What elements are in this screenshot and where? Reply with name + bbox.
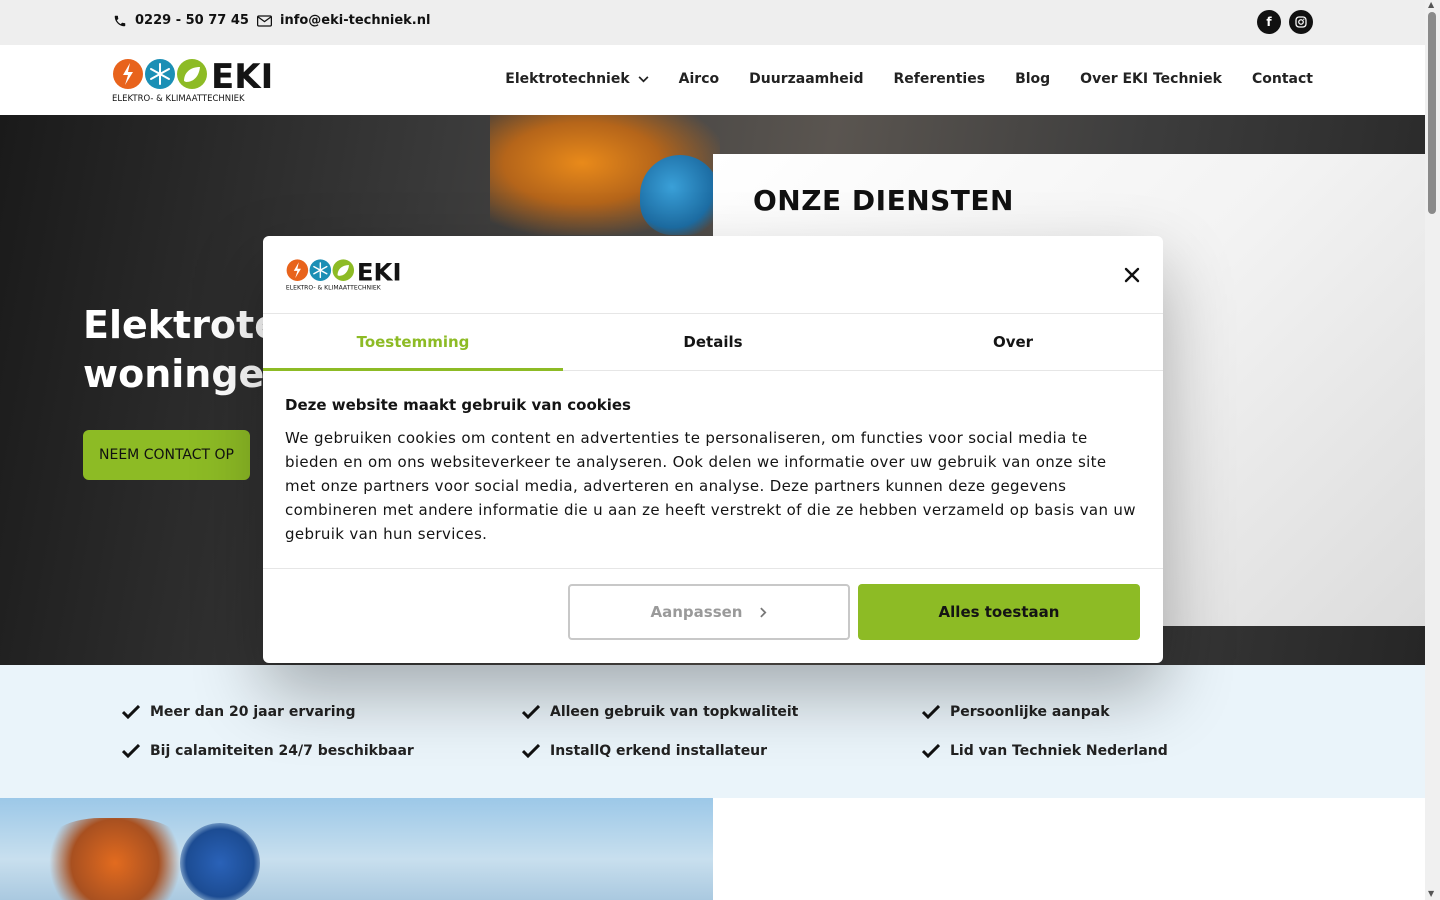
feature-label: Alleen gebruik van topkwaliteit xyxy=(550,704,799,720)
chevron-down-icon xyxy=(638,75,649,82)
tab-toestemming[interactable]: Toestemming xyxy=(263,314,563,371)
scroll-up-icon[interactable]: ▲ xyxy=(1428,0,1434,9)
email-contact[interactable]: info@eki-techniek.nl xyxy=(257,13,430,28)
phone-number: 0229 - 50 77 45 xyxy=(135,13,249,28)
facebook-icon[interactable]: f xyxy=(1257,10,1281,34)
site-header: EKI ELEKTRO- & KLIMAATTECHNIEK Elektrote… xyxy=(0,45,1425,115)
feature-label: Persoonlijke aanpak xyxy=(950,704,1110,720)
nav-item-referenties[interactable]: Referenties xyxy=(894,71,986,87)
cookie-consent-dialog: EKI ELEKTRO- & KLIMAATTECHNIEK Toestemmi… xyxy=(263,236,1163,663)
nav-item-elektrotechniek[interactable]: Elektrotechniek xyxy=(505,71,649,87)
close-icon[interactable] xyxy=(1121,264,1143,286)
nav-item-over[interactable]: Over EKI Techniek xyxy=(1080,71,1222,87)
features-strip: Meer dan 20 jaar ervaring Alleen gebruik… xyxy=(0,665,1425,798)
svg-text:EKI: EKI xyxy=(211,57,273,97)
contact-button[interactable]: NEEM CONTACT OP xyxy=(83,430,250,480)
dialog-eki-logo: EKI ELEKTRO- & KLIMAATTECHNIEK xyxy=(285,257,403,295)
cookie-heading: Deze website maakt gebruik van cookies xyxy=(285,396,631,414)
instagram-icon[interactable] xyxy=(1289,10,1313,34)
envelope-icon xyxy=(257,14,272,27)
feature-item: Lid van Techniek Nederland xyxy=(922,743,1168,759)
eki-logo[interactable]: EKI ELEKTRO- & KLIMAATTECHNIEK xyxy=(112,57,274,107)
feature-label: Lid van Techniek Nederland xyxy=(950,743,1168,759)
cookie-body-text: We gebruiken cookies om content en adver… xyxy=(285,429,1136,543)
feature-item: Persoonlijke aanpak xyxy=(922,704,1110,720)
bottom-photo xyxy=(0,798,713,900)
feature-label: Bij calamiteiten 24/7 beschikbaar xyxy=(150,743,414,759)
hero-photo-helmet xyxy=(640,155,720,235)
feature-label: Meer dan 20 jaar ervaring xyxy=(150,704,356,720)
page-scrollbar[interactable]: ▲ ▼ xyxy=(1425,0,1440,900)
allow-all-button[interactable]: Alles toestaan xyxy=(858,584,1140,640)
bottom-photo-helmet xyxy=(180,823,260,900)
tab-over[interactable]: Over xyxy=(863,314,1163,370)
check-icon xyxy=(922,705,940,719)
chevron-right-icon xyxy=(760,607,767,617)
nav-item-airco[interactable]: Airco xyxy=(679,71,719,87)
tab-details[interactable]: Details xyxy=(563,314,863,370)
feature-item: Meer dan 20 jaar ervaring xyxy=(122,704,356,720)
nav-item-duurzaamheid[interactable]: Duurzaamheid xyxy=(749,71,863,87)
feature-item: Bij calamiteiten 24/7 beschikbaar xyxy=(122,743,414,759)
nav-item-label: Elektrotechniek xyxy=(505,71,630,87)
svg-text:EKI: EKI xyxy=(357,258,402,286)
customize-button[interactable]: Aanpassen xyxy=(568,584,850,640)
dialog-divider xyxy=(263,568,1163,569)
services-title: ONZE DIENSTEN xyxy=(753,184,1014,217)
feature-item: InstallQ erkend installateur xyxy=(522,743,767,759)
check-icon xyxy=(122,744,140,758)
email-address: info@eki-techniek.nl xyxy=(280,13,431,28)
svg-text:ELEKTRO- & KLIMAATTECHNIEK: ELEKTRO- & KLIMAATTECHNIEK xyxy=(112,94,245,103)
main-nav: Elektrotechniek Airco Duurzaamheid Refer… xyxy=(505,71,1313,87)
feature-item: Alleen gebruik van topkwaliteit xyxy=(522,704,798,720)
nav-item-contact[interactable]: Contact xyxy=(1252,71,1313,87)
feature-label: InstallQ erkend installateur xyxy=(550,743,768,759)
check-icon xyxy=(922,744,940,758)
phone-icon xyxy=(114,15,126,26)
svg-text:ELEKTRO- & KLIMAATTECHNIEK: ELEKTRO- & KLIMAATTECHNIEK xyxy=(286,285,382,291)
nav-item-blog[interactable]: Blog xyxy=(1015,71,1050,87)
cookie-tabs: Toestemming Details Over xyxy=(263,314,1163,371)
check-icon xyxy=(522,744,540,758)
scroll-down-icon[interactable]: ▼ xyxy=(1428,889,1434,898)
check-icon xyxy=(522,705,540,719)
bottom-photo-worker xyxy=(40,818,190,900)
check-icon xyxy=(122,705,140,719)
customize-label: Aanpassen xyxy=(650,603,743,621)
scrollbar-thumb[interactable] xyxy=(1428,12,1436,214)
top-bar: 0229 - 50 77 45 info@eki-techniek.nl f xyxy=(0,0,1425,45)
phone-contact[interactable]: 0229 - 50 77 45 xyxy=(113,13,249,28)
